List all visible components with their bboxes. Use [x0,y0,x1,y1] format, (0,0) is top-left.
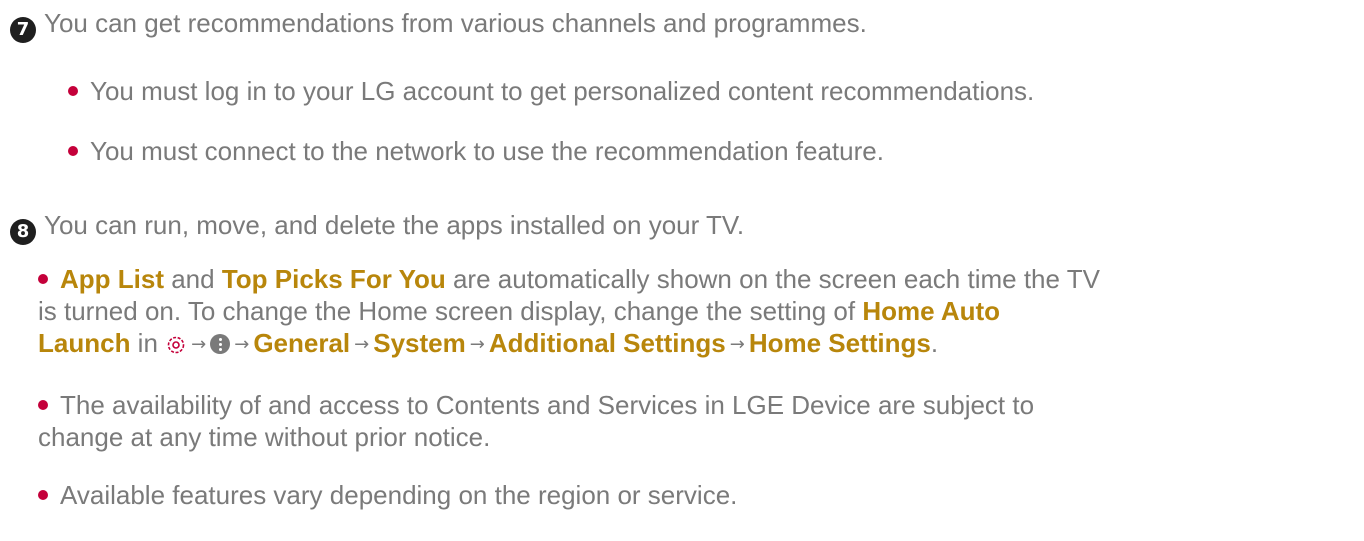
bullet-dot [38,490,48,500]
note-text: and [164,264,222,294]
arrow-icon: → [234,334,250,355]
note-text: in [130,328,166,358]
note-1-line-1: App List and Top Picks For You are autom… [60,262,1100,296]
note-text: is turned on. To change the Home screen … [38,296,863,326]
note-1-line-3: Launch in → → General → System → Additional Se… [38,326,938,364]
arrow-icon: → [469,334,485,355]
arrow-icon: → [191,334,207,355]
step-8-line: 8 You can run, move, and delete the apps … [10,208,744,245]
note-text: are automatically shown on the screen ea… [445,264,1100,294]
document-page: 7 You can get recommendations from variou… [0,0,1364,541]
more-options-icon [210,334,231,354]
step-7-bullet-1: You must log in to your LG account to ge… [90,76,1035,106]
app-list-label: App List [60,264,164,294]
bullet-dot [68,86,78,96]
path-home-settings: Home Settings [748,328,931,358]
step-7-bullet-2: You must connect to the network to use t… [90,136,884,166]
path-general: General [253,328,351,358]
home-auto-label: Home Auto [862,296,1001,326]
bullet-dot [38,400,48,410]
step-7-text: You can get recommendations from various… [44,8,867,38]
step-8-badge: 8 [10,219,36,245]
arrow-icon: → [729,334,745,355]
path-system: System [373,328,466,358]
gear-icon [165,330,187,364]
step-7-line: 7 You can get recommendations from variou… [10,6,867,43]
arrow-icon: → [354,334,370,355]
bullet-dot [68,146,78,156]
top-picks-label: Top Picks For You [221,264,446,294]
note-1-line-2: is turned on. To change the Home screen … [38,294,1000,328]
launch-label: Launch [38,328,131,358]
note-2-line-1: The availability of and access to Conten… [60,390,1035,420]
note-2-line-2: change at any time without prior notice. [38,422,491,452]
bullet-dot [38,274,48,284]
step-8-text: You can run, move, and delete the apps i… [44,210,745,240]
note-text: . [930,328,939,358]
note-3-line: Available features vary depending on the… [60,480,738,510]
step-7-badge: 7 [10,17,36,43]
path-additional-settings: Additional Settings [488,328,726,358]
